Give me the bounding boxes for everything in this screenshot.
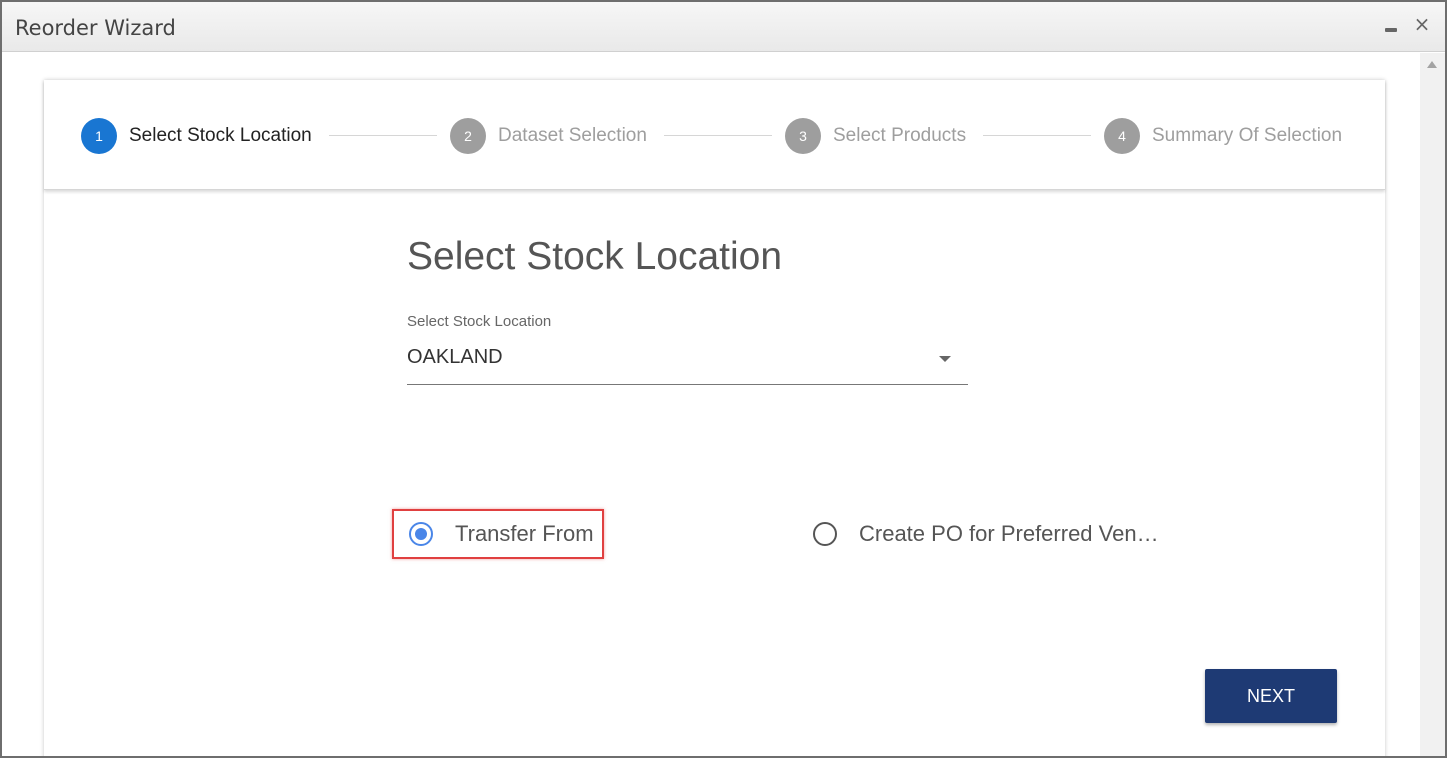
stock-location-value: OAKLAND [407, 346, 503, 368]
step-number-badge: 1 [81, 118, 117, 154]
step-select-stock-location[interactable]: 1 Select Stock Location [81, 118, 312, 154]
step-connector [983, 135, 1091, 136]
step-select-products[interactable]: 3 Select Products [785, 118, 966, 154]
step-label: Select Stock Location [129, 125, 312, 146]
step-label: Dataset Selection [498, 125, 647, 146]
minimize-icon[interactable] [1380, 12, 1404, 36]
radio-button-unchecked[interactable] [813, 522, 837, 546]
caret-down-icon[interactable] [939, 356, 951, 362]
close-icon[interactable]: × [1410, 12, 1434, 36]
step-connector [664, 135, 772, 136]
step-number-badge: 3 [785, 118, 821, 154]
step-connector [329, 135, 437, 136]
radio-button-checked[interactable] [409, 522, 433, 546]
step-number-badge: 4 [1104, 118, 1140, 154]
transfer-from-radio[interactable]: Transfer From [409, 521, 594, 547]
step-number-badge: 2 [450, 118, 486, 154]
step-summary-of-selection[interactable]: 4 Summary Of Selection [1104, 118, 1342, 154]
wizard-card: 1 Select Stock Location 2 Dataset Select… [44, 80, 1385, 756]
stock-location-select[interactable]: OAKLAND [407, 342, 968, 385]
create-po-radio[interactable]: Create PO for Preferred Ven… [813, 521, 1159, 547]
step-dataset-selection[interactable]: 2 Dataset Selection [450, 118, 647, 154]
reorder-wizard-window: Reorder Wizard × 1 Select Stock Location… [0, 0, 1447, 758]
radio-label: Transfer From [455, 521, 594, 546]
title-bar: Reorder Wizard × [2, 2, 1445, 52]
radio-label: Create PO for Preferred Ven… [859, 521, 1159, 546]
window-title: Reorder Wizard [15, 16, 176, 40]
stock-location-label: Select Stock Location [407, 313, 552, 330]
next-button[interactable]: NEXT [1205, 669, 1337, 723]
stepper: 1 Select Stock Location 2 Dataset Select… [44, 80, 1385, 190]
step-label: Select Products [833, 125, 967, 146]
scroll-up-arrow-icon[interactable] [1427, 61, 1437, 68]
vertical-scrollbar[interactable] [1420, 53, 1445, 756]
step-label: Summary Of Selection [1152, 125, 1343, 146]
page-title: Select Stock Location [407, 235, 783, 278]
